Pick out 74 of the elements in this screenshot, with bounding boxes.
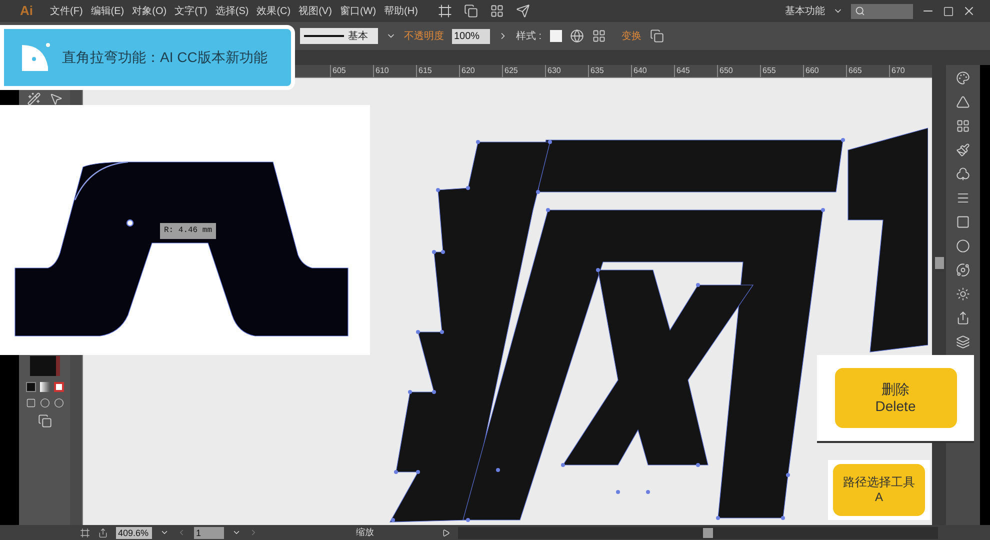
app-logo: Ai: [20, 2, 34, 20]
menu-item[interactable]: 帮助(H): [384, 4, 418, 18]
gradient-swatch[interactable]: [40, 382, 50, 392]
artboard-field[interactable]: 1: [194, 526, 224, 538]
ruler-label: 625: [502, 65, 544, 77]
hint-key: A: [874, 490, 883, 505]
menu-item[interactable]: 对象(O): [132, 4, 167, 18]
stroke-style-label: 基本: [348, 30, 368, 44]
corner-shape-icon: [20, 42, 50, 72]
maximize-icon[interactable]: [943, 6, 954, 16]
color-swatch[interactable]: [26, 382, 36, 392]
ruler-label: 655: [760, 65, 802, 77]
menu-item[interactable]: 效果(C): [256, 4, 291, 18]
layers-icon[interactable]: [956, 335, 970, 349]
lines-icon[interactable]: [956, 191, 970, 205]
tip-text: 直角拉弯功能：AI CC版本新功能: [62, 48, 268, 67]
fill-stroke-swatch[interactable]: [30, 356, 60, 376]
menu-item[interactable]: 选择(S): [215, 4, 249, 18]
club-icon[interactable]: [956, 167, 970, 181]
export-icon[interactable]: [956, 311, 970, 325]
search-icon: [855, 6, 865, 16]
workspace-dropdown[interactable]: 基本功能: [785, 4, 825, 18]
menu-item[interactable]: 文件(F): [50, 4, 83, 18]
circle-icon[interactable]: [956, 239, 970, 253]
style-label: 样式 :: [516, 30, 542, 44]
search-field[interactable]: [851, 4, 913, 18]
ruler-label: 640: [630, 65, 674, 77]
ruler-label: 665: [846, 65, 888, 77]
caret-icon: [160, 528, 169, 537]
brush-icon[interactable]: [956, 143, 970, 157]
ruler-label: 615: [416, 65, 458, 77]
opacity-field[interactable]: 100%: [452, 28, 490, 44]
draw-mode-icon[interactable]: [40, 398, 50, 408]
wand-icon[interactable]: [26, 92, 41, 106]
menu-item[interactable]: 窗口(W): [340, 4, 376, 18]
square-icon[interactable]: [956, 215, 970, 229]
radius-tooltip: R: 4.46 mm: [160, 223, 216, 239]
play-icon[interactable]: [442, 528, 450, 536]
current-tool-label: 缩放: [356, 526, 374, 539]
swirl-icon[interactable]: [956, 263, 970, 277]
hint-label: 删除: [882, 380, 910, 398]
horizontal-scrollbar[interactable]: [458, 526, 938, 538]
grid-icon[interactable]: [956, 119, 970, 133]
globe-icon[interactable]: [570, 29, 584, 43]
menu-item[interactable]: 视图(V): [298, 4, 332, 18]
ruler-label: 650: [716, 65, 760, 77]
ruler-label: 605: [330, 65, 372, 77]
scrollbar-thumb[interactable]: [703, 528, 713, 538]
ruler-label: 610: [372, 65, 416, 77]
export-icon[interactable]: [98, 528, 108, 538]
palette-icon[interactable]: [956, 71, 970, 85]
draw-mode-icon[interactable]: [26, 398, 36, 408]
frame-icon[interactable]: [438, 4, 452, 18]
close-icon[interactable]: [962, 4, 976, 18]
menu-item[interactable]: 文字(T): [174, 4, 208, 18]
scrollbar-thumb[interactable]: [934, 257, 944, 269]
style-swatch[interactable]: [550, 30, 562, 42]
hint-label: 路径选择工具: [843, 475, 915, 490]
triangle-icon[interactable]: [956, 95, 970, 109]
ruler-label: 630: [544, 65, 588, 77]
stroke-style-dropdown[interactable]: 基本: [300, 28, 378, 44]
draw-mode-icon[interactable]: [54, 398, 64, 408]
hint-key: Delete: [875, 398, 916, 416]
pointer-icon[interactable]: [48, 92, 63, 106]
menu-item[interactable]: 编辑(E): [90, 4, 124, 18]
none-swatch[interactable]: [54, 382, 64, 392]
layout-icon[interactable]: [490, 4, 504, 18]
sun-icon[interactable]: [956, 287, 970, 301]
ruler-label: 660: [802, 65, 846, 77]
ruler-label: 645: [674, 65, 716, 77]
caret-icon: [232, 528, 241, 537]
zoom-field[interactable]: 409.6%: [116, 526, 152, 538]
ruler-label: 620: [458, 65, 502, 77]
ruler-label: 635: [588, 65, 630, 77]
